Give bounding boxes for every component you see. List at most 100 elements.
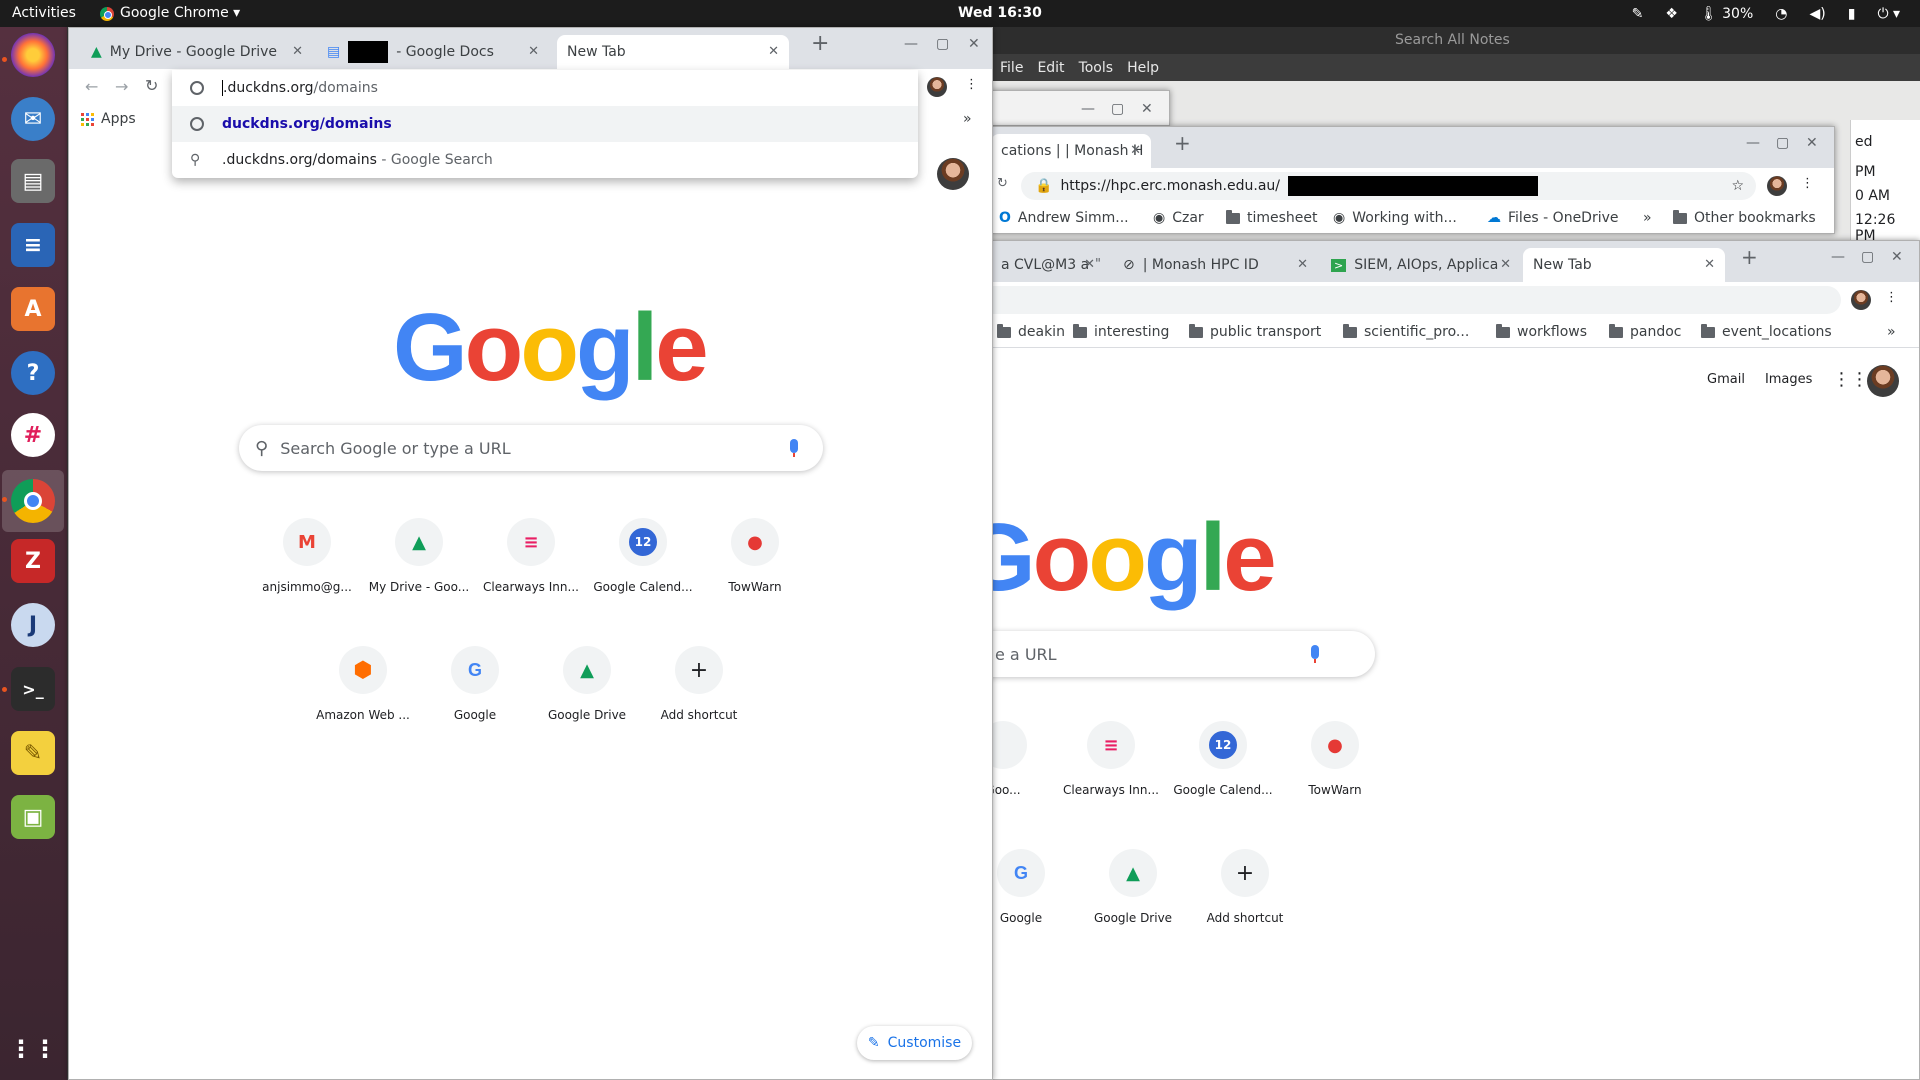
shortcut-tile[interactable]: ● TowWarn — [1279, 721, 1391, 797]
ntp-search-box[interactable]: ⚲ Search Google or type a URL — [239, 425, 823, 471]
bookmark-folder[interactable]: scientific_pro... — [1343, 323, 1469, 340]
images-link[interactable]: Images — [1765, 372, 1813, 387]
zotero-icon[interactable]: Z — [11, 539, 55, 583]
tab-new-tab[interactable]: New Tab ✕ — [1523, 248, 1725, 282]
volume-icon[interactable]: ◀) — [1809, 6, 1825, 22]
tab-cvl[interactable]: a CVL@M3 a ✕" — [991, 248, 1111, 282]
writer-icon[interactable]: ≡ — [11, 223, 55, 267]
new-tab-button[interactable]: + — [811, 31, 829, 56]
bookmarks-overflow-icon[interactable]: » — [963, 111, 972, 127]
avatar[interactable] — [1767, 176, 1787, 196]
bookmark-item[interactable]: ◉ Czar — [1153, 210, 1204, 226]
tab-siem[interactable]: > SIEM, AIOps, Applica ✕ — [1321, 248, 1521, 282]
mic-icon[interactable] — [790, 439, 798, 457]
apps-grid-icon[interactable]: ⋮⋮ — [1832, 369, 1868, 390]
files-icon[interactable]: ▤ — [11, 159, 55, 203]
bookmark-folder[interactable]: pandoc — [1609, 323, 1682, 340]
close-icon[interactable]: ✕ — [1704, 257, 1715, 272]
power-menu-icon[interactable]: ⏻ ▾ — [1877, 6, 1900, 22]
bookmark-item[interactable]: timesheet — [1226, 209, 1318, 226]
close-icon[interactable]: ✕ — [1500, 257, 1511, 272]
menu-icon[interactable]: ⋮ — [965, 77, 978, 92]
avatar[interactable] — [927, 77, 947, 97]
bookmark-item[interactable]: Other bookmarks — [1673, 209, 1816, 226]
tab-google-docs[interactable]: ▤ - Google Docs ✕ — [317, 35, 549, 69]
shortcut-tile[interactable]: 12 Google Calend... — [587, 518, 699, 594]
shortcut-tile[interactable]: ▲ My Drive - Goo... — [363, 518, 475, 594]
notes-list-item[interactable]: ed — [1855, 134, 1873, 150]
notes-search[interactable]: Search All Notes — [1395, 32, 1510, 48]
menu-icon[interactable]: ⋮ — [1885, 290, 1898, 305]
shortcut-tile[interactable]: ⬢ Amazon Web ... — [307, 646, 419, 722]
shortcut-tile[interactable]: ≡ Clearways Inn... — [475, 518, 587, 594]
clock[interactable]: Wed 16:30 — [958, 0, 1042, 27]
menu-tools[interactable]: Tools — [1079, 60, 1114, 76]
bookmark-folder[interactable]: workflows — [1496, 323, 1587, 340]
image-viewer-icon[interactable]: ▣ — [11, 795, 55, 839]
software-center-icon[interactable]: A — [11, 287, 55, 331]
shortcut-tile[interactable]: ● TowWarn — [699, 518, 811, 594]
notes-list-item[interactable]: 0 AM — [1855, 188, 1890, 204]
bookmark-item[interactable]: O Andrew Simm... — [999, 210, 1129, 226]
menu-icon[interactable]: ⋮ — [1801, 176, 1814, 191]
battery-icon[interactable]: ▮ — [1848, 6, 1856, 22]
avatar[interactable] — [1851, 290, 1871, 310]
close-icon[interactable]: ✕ — [768, 44, 779, 59]
close-icon[interactable]: ✕ — [292, 44, 303, 59]
maximize-icon[interactable]: ▢ — [1861, 249, 1874, 265]
new-tab-button[interactable]: + — [1741, 245, 1758, 269]
maximize-icon[interactable]: ▢ — [1776, 135, 1789, 151]
bookmark-folder[interactable]: interesting — [1073, 323, 1169, 340]
notes-indicator-icon[interactable]: ✎ — [1632, 6, 1644, 22]
shortcut-tile[interactable]: G Google — [991, 849, 1077, 925]
minimize-icon[interactable]: — — [1831, 249, 1845, 265]
tab-monash-hpc[interactable]: ⊘ | Monash HPC ID ✕ — [1113, 248, 1318, 282]
close-icon[interactable]: ✕ — [528, 44, 539, 59]
address-bar[interactable]: 🔒 https://hpc.erc.monash.edu.au/ ☆ — [1021, 172, 1756, 200]
chrome-dock-icon[interactable] — [11, 479, 55, 523]
new-tab-button[interactable]: + — [1174, 131, 1191, 155]
shortcut-tile[interactable]: Manjsimmo@g... — [251, 518, 363, 594]
minimize-icon[interactable]: — — [1746, 135, 1760, 151]
terminal-icon[interactable]: >_ — [11, 667, 55, 711]
shortcut-tile[interactable]: ▲ Google Drive — [1077, 849, 1189, 925]
bookmark-item[interactable]: ◉ Working with... — [1333, 210, 1457, 226]
menu-help[interactable]: Help — [1127, 60, 1159, 76]
shortcut-tile[interactable]: 12 Google Calend... — [1167, 721, 1279, 797]
account-avatar[interactable] — [937, 158, 969, 190]
customise-button[interactable]: ✎ Customise — [857, 1026, 972, 1060]
menu-edit[interactable]: Edit — [1037, 60, 1064, 76]
bookmarks-overflow[interactable]: » — [1887, 324, 1896, 340]
firefox-icon[interactable] — [11, 33, 55, 77]
shortcut-tile[interactable]: G Google — [419, 646, 531, 722]
omnibox-input[interactable]: .duckdns.org/domains — [222, 80, 378, 96]
tab-new-tab[interactable]: New Tab ✕ — [557, 35, 789, 69]
reload-icon[interactable]: ↻ — [145, 76, 158, 95]
add-shortcut-tile[interactable]: + Add shortcut — [1189, 849, 1301, 925]
address-bar[interactable] — [991, 286, 1841, 314]
show-apps-icon[interactable]: ⋮⋮ — [9, 1027, 57, 1071]
bookmark-folder[interactable]: public transport — [1189, 323, 1321, 340]
tab-monash[interactable]: cations | | Monash H ✕ — [991, 134, 1151, 168]
bookmark-folder[interactable]: deakin — [997, 323, 1065, 340]
wifi-icon[interactable]: ◔ — [1775, 6, 1787, 22]
account-avatar[interactable] — [1867, 365, 1899, 397]
system-tray[interactable]: ✎ ❖ 🌡 30% ◔ ◀) ▮ ⏻ ▾ — [1632, 0, 1900, 27]
battery-indicator[interactable]: 🌡 30% — [1700, 6, 1753, 22]
back-icon[interactable]: ← — [85, 77, 98, 96]
close-window-icon[interactable]: ✕ — [1806, 135, 1818, 151]
forward-icon[interactable]: → — [115, 77, 128, 96]
omnibox-suggestion-search[interactable]: ⚲ .duckdns.org/domains - Google Search — [172, 142, 918, 178]
bookmark-folder[interactable]: event_locations — [1701, 323, 1832, 340]
tab-google-drive[interactable]: ▲ My Drive - Google Drive ✕ — [81, 35, 313, 69]
omnibox-input-row[interactable]: .duckdns.org/domains — [172, 70, 918, 106]
app-menu[interactable]: Google Chrome ▾ — [100, 0, 240, 27]
shortcut-tile[interactable]: ≡ Clearways Inn... — [1055, 721, 1167, 797]
notes-list-item[interactable]: PM — [1855, 164, 1876, 180]
bookmarks-overflow[interactable]: » — [1643, 210, 1652, 226]
jabref-icon[interactable]: J — [11, 603, 55, 647]
close-icon[interactable]: ✕ — [1297, 257, 1308, 272]
mic-icon[interactable] — [1311, 645, 1319, 663]
shortcut-tile[interactable]: ▲ Google Drive — [531, 646, 643, 722]
notes-app-icon[interactable]: ✎ — [11, 731, 55, 775]
